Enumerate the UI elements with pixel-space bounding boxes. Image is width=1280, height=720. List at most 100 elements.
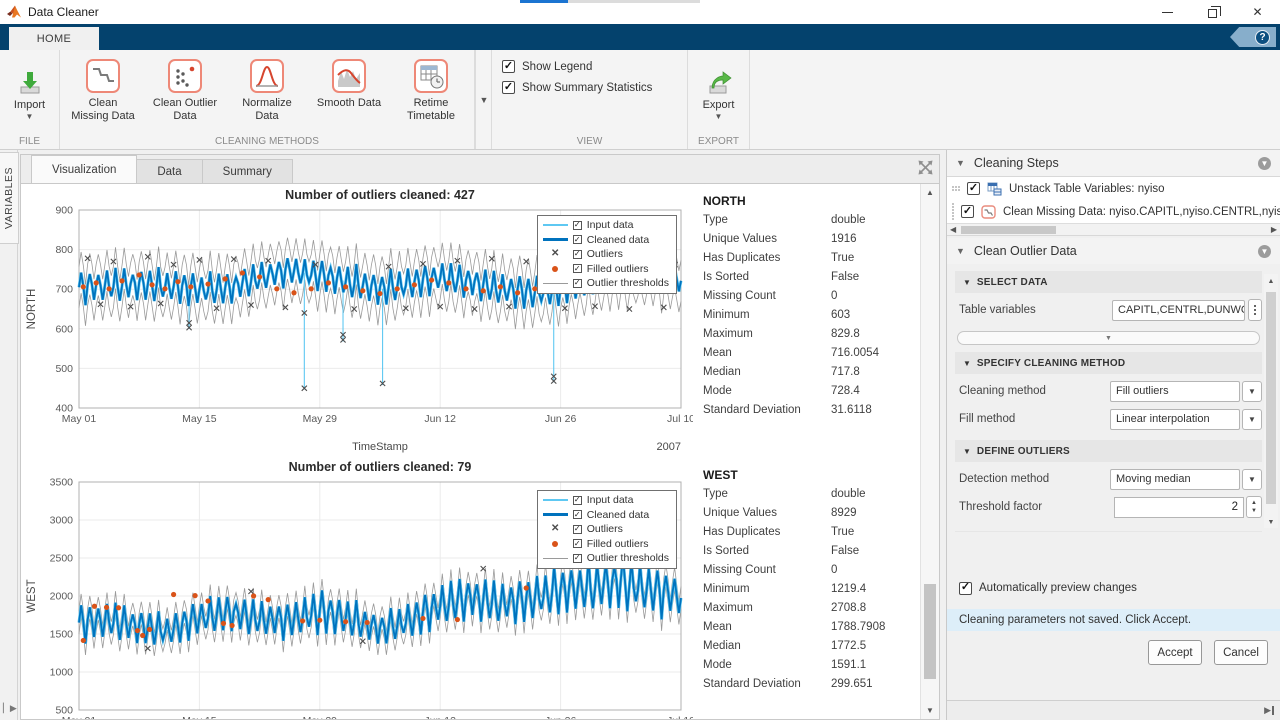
minimize-button[interactable] (1145, 0, 1190, 24)
drag-handle-icon[interactable] (952, 203, 954, 220)
export-button[interactable]: Export ▼ (692, 63, 746, 121)
collapse-icon[interactable]: ▼ (956, 246, 965, 256)
fill-method-select[interactable]: Linear interpolation (1110, 409, 1240, 430)
step-checkbox[interactable] (967, 182, 980, 195)
section-define-outliers[interactable]: ▼DEFINE OUTLIERS (955, 440, 1262, 462)
legend-row[interactable]: Filled outliers (543, 262, 669, 277)
checkbox-icon[interactable] (502, 60, 515, 73)
checkbox-icon[interactable] (502, 81, 515, 94)
checkbox-label: Show Legend (522, 61, 592, 73)
legend-row[interactable]: ✕Outliers (543, 522, 669, 537)
variables-dropdown-collapsed[interactable]: ▼ (957, 331, 1260, 345)
legend-checkbox[interactable] (573, 554, 582, 563)
drag-handle-icon[interactable] (952, 186, 960, 191)
ribbon-button-clean-outlier[interactable]: Clean OutlierData (144, 53, 226, 131)
clean-outlier-data-header[interactable]: ▼ Clean Outlier Data ▼ (947, 238, 1280, 264)
scroll-right-icon[interactable]: ▶ (1271, 224, 1277, 235)
legend-checkbox[interactable] (573, 496, 582, 505)
legend-row[interactable]: Cleaned data (543, 233, 669, 248)
maximize-icon[interactable] (918, 160, 933, 175)
legend-checkbox[interactable] (573, 525, 582, 534)
ribbon-button-smooth-data[interactable]: Smooth Data (308, 53, 390, 131)
chart-west[interactable]: Number of outliers cleaned: 795001000150… (21, 456, 693, 719)
stat-row: Typedouble (703, 488, 916, 507)
scroll-left-icon[interactable]: ◀ (950, 224, 956, 235)
legend-checkbox[interactable] (573, 221, 582, 230)
section-select-data[interactable]: ▼SELECT DATA (955, 271, 1262, 293)
cleaning-steps-header[interactable]: ▼ Cleaning Steps ▼ (947, 150, 1280, 176)
threshold-factor-input[interactable]: 2 (1114, 497, 1244, 518)
tab-data[interactable]: Data (136, 159, 202, 183)
legend-checkbox[interactable] (573, 250, 582, 259)
legend-row[interactable]: Input data (543, 218, 669, 233)
collapse-icon[interactable]: ▼ (956, 158, 965, 168)
help-button[interactable]: ? (1230, 27, 1276, 47)
chart-north[interactable]: Number of outliers cleaned: 427400500600… (21, 184, 693, 456)
legend-checkbox[interactable] (573, 539, 582, 548)
tab-visualization[interactable]: Visualization (31, 155, 137, 183)
view-checkbox-row[interactable]: Show Summary Statistics (502, 81, 677, 94)
detection-method-dropdown-icon[interactable]: ▼ (1242, 469, 1262, 490)
ribbon-button-normalize[interactable]: NormalizeData (226, 53, 308, 131)
stat-row: Has DuplicatesTrue (703, 526, 916, 545)
content-vertical-scrollbar[interactable]: ▲ ▼ (920, 184, 939, 719)
legend-checkbox[interactable] (573, 279, 582, 288)
legend-checkbox[interactable] (573, 510, 582, 519)
dock-expand-icon[interactable]: ▶ (1264, 705, 1271, 716)
svg-text:800: 800 (55, 244, 73, 256)
table-variables-options-button[interactable] (1248, 299, 1262, 321)
section-moving-window[interactable]: ▼MOVING WINDOW (955, 531, 1262, 532)
close-button[interactable]: ✕ (1235, 0, 1280, 24)
hscrollbar-thumb[interactable] (961, 226, 1056, 234)
tab-summary[interactable]: Summary (202, 159, 293, 183)
chart-north-legend[interactable]: Input dataCleaned data✕OutliersFilled ou… (537, 215, 677, 294)
cleaning-method-select[interactable]: Fill outliers (1110, 381, 1240, 402)
params-scrollbar-thumb[interactable] (1266, 292, 1276, 504)
panel-options-icon[interactable]: ▼ (1258, 245, 1271, 258)
legend-checkbox[interactable] (573, 235, 582, 244)
cleaning-step-row[interactable]: Unstack Table Variables: nyiso (947, 177, 1280, 200)
title-bar: Data Cleaner ✕ (0, 0, 1280, 24)
table-variables-input[interactable]: CAPITL,CENTRL,DUNWOD (1112, 300, 1245, 321)
scroll-up-icon[interactable]: ▲ (1264, 278, 1278, 285)
svg-text:May 29: May 29 (303, 715, 338, 719)
cleaning-step-row[interactable]: Clean Missing Data: nyiso.CAPITL,nyiso.C… (947, 200, 1280, 223)
restore-button[interactable] (1190, 0, 1235, 24)
ribbon-button-label: CleanMissing Data (71, 97, 135, 123)
variables-expand-icon[interactable]: ▏▶ (3, 703, 17, 714)
panel-options-icon[interactable]: ▼ (1258, 157, 1271, 170)
ribbon-button-retime[interactable]: RetimeTimetable (390, 53, 472, 131)
legend-row[interactable]: Input data (543, 493, 669, 508)
steps-horizontal-scrollbar[interactable]: ◀ ▶ (947, 223, 1280, 236)
scrollbar-thumb[interactable] (924, 584, 936, 679)
section-specify-cleaning-method[interactable]: ▼SPECIFY CLEANING METHOD (955, 352, 1262, 374)
legend-checkbox[interactable] (573, 264, 582, 273)
view-checkbox-row[interactable]: Show Legend (502, 60, 677, 73)
auto-preview-checkbox[interactable] (959, 582, 972, 595)
import-button[interactable]: Import ▼ (3, 63, 57, 121)
legend-label: Filled outliers (587, 538, 649, 550)
legend-row[interactable]: Filled outliers (543, 537, 669, 552)
step-checkbox[interactable] (961, 205, 974, 218)
variables-tab[interactable]: VARIABLES (0, 152, 19, 244)
legend-row[interactable]: Outlier thresholds (543, 276, 669, 291)
threshold-factor-stepper[interactable]: ▲▼ (1246, 496, 1262, 518)
legend-row[interactable]: Outlier thresholds (543, 551, 669, 566)
tab-home[interactable]: HOME (8, 26, 100, 50)
params-vertical-scrollbar[interactable]: ▲ ▼ (1264, 274, 1278, 528)
stat-value: 0 (831, 290, 837, 309)
chart-west-legend[interactable]: Input dataCleaned data✕OutliersFilled ou… (537, 490, 677, 569)
cancel-button[interactable]: Cancel (1214, 640, 1268, 665)
accept-button[interactable]: Accept (1148, 640, 1202, 665)
gallery-expand-button[interactable]: ▼ (475, 50, 492, 149)
scroll-down-icon[interactable]: ▼ (1264, 519, 1278, 526)
ribbon-button-clean[interactable]: CleanMissing Data (62, 53, 144, 131)
legend-row[interactable]: Cleaned data (543, 508, 669, 523)
scroll-down-icon[interactable]: ▼ (921, 706, 939, 715)
visualization-content: Number of outliers cleaned: 427400500600… (20, 183, 940, 720)
detection-method-select[interactable]: Moving median (1110, 469, 1240, 490)
legend-row[interactable]: ✕Outliers (543, 247, 669, 262)
fill-method-dropdown-icon[interactable]: ▼ (1242, 409, 1262, 430)
scroll-up-icon[interactable]: ▲ (921, 188, 939, 197)
cleaning-method-dropdown-icon[interactable]: ▼ (1242, 381, 1262, 402)
